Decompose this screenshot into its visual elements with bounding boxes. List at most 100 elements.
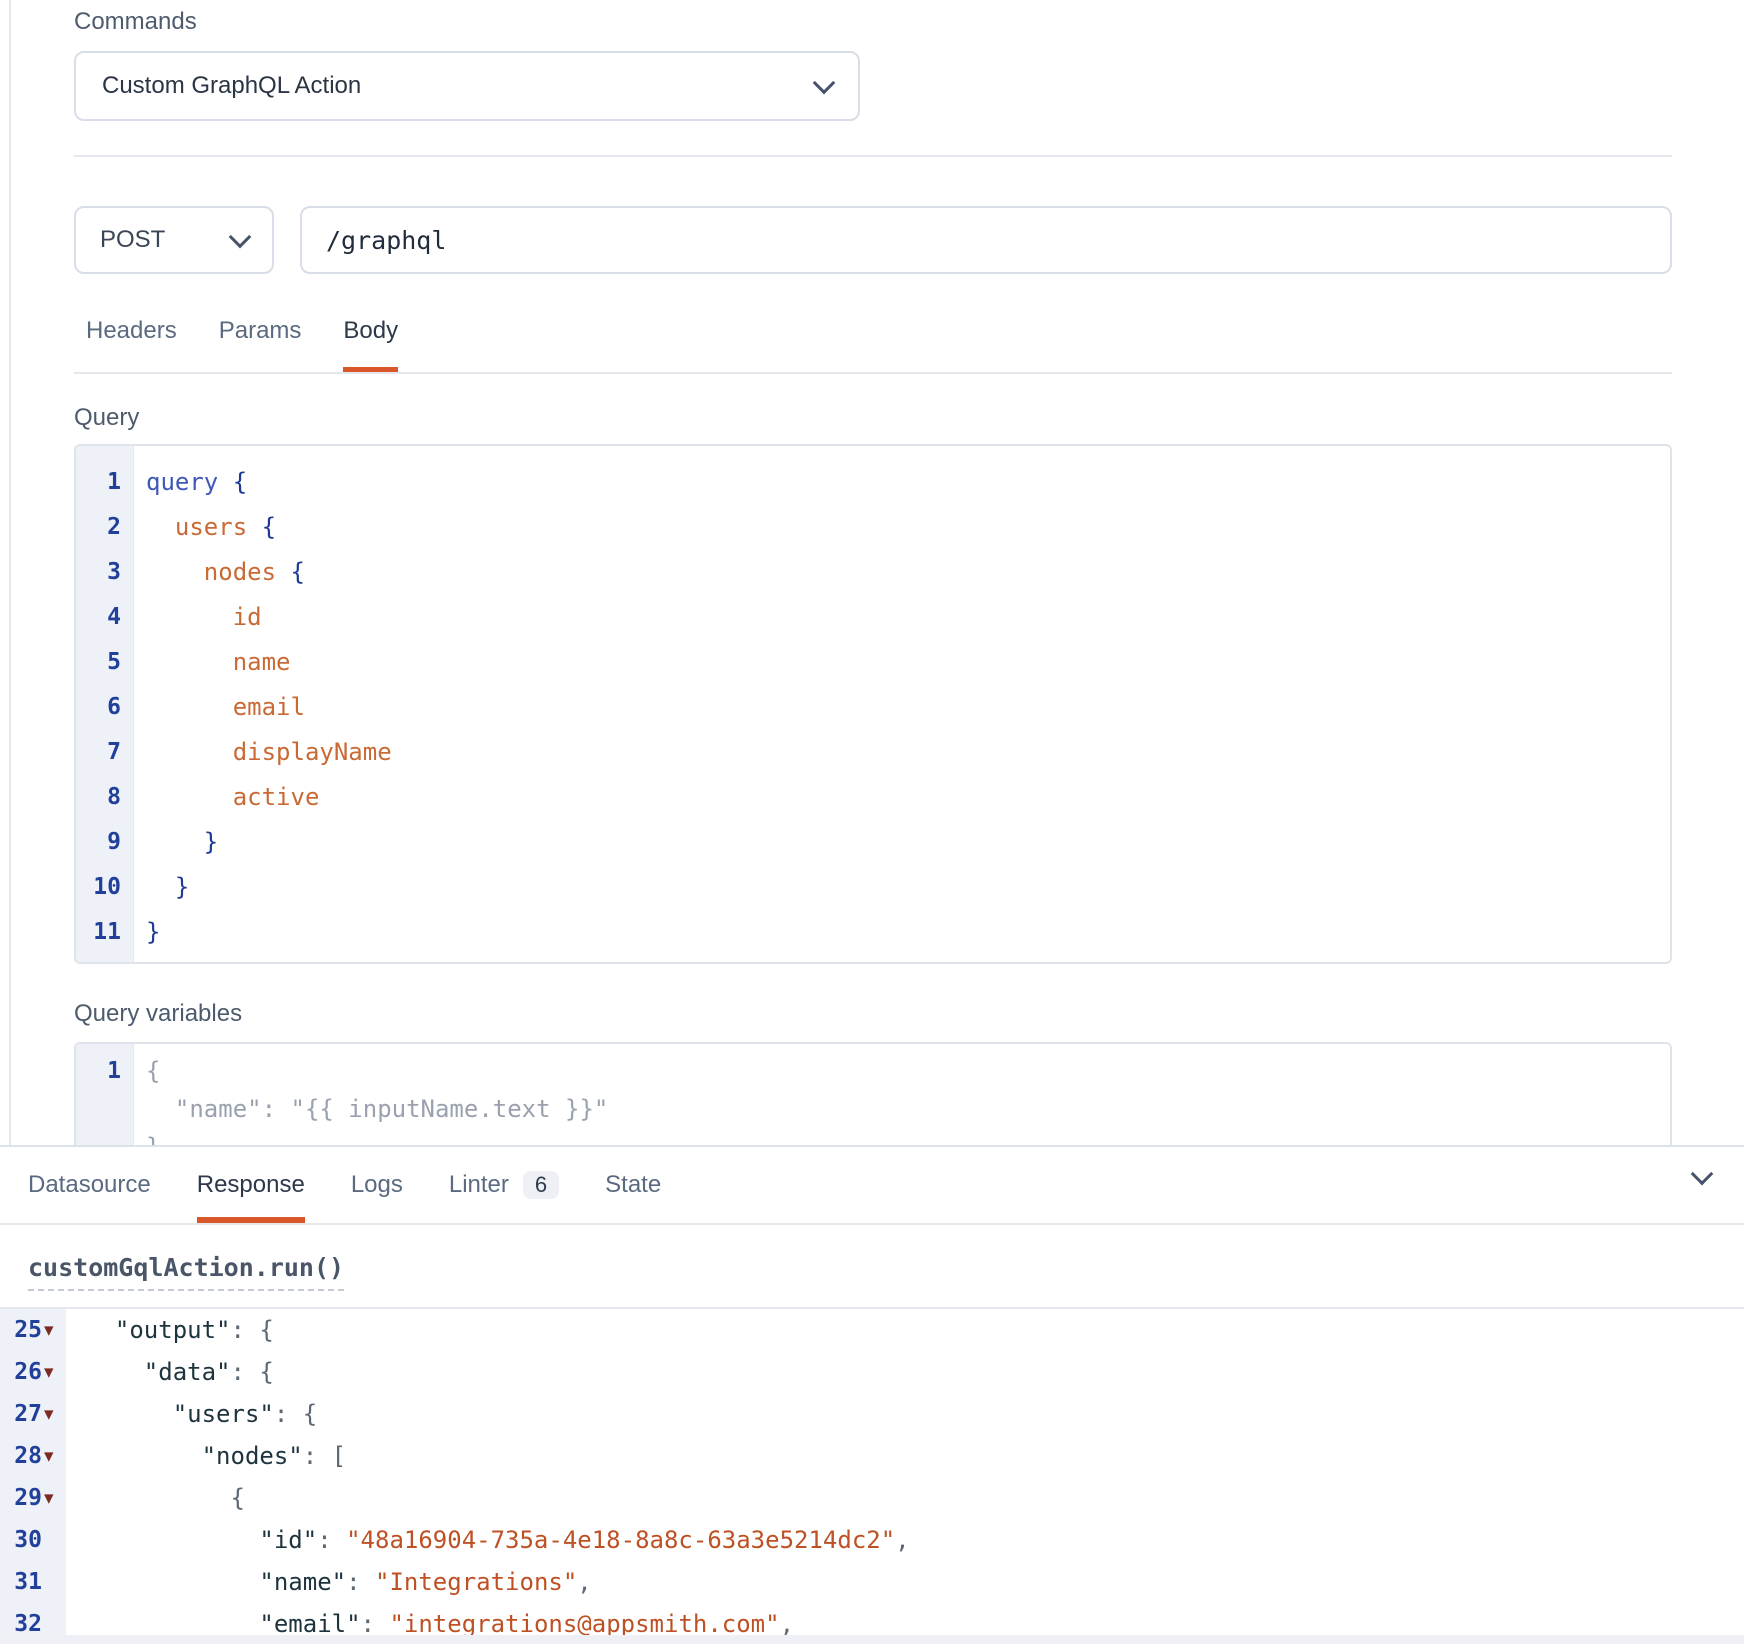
- code-token: "email": [259, 1610, 360, 1638]
- response-line-number: 27: [14, 1401, 42, 1427]
- response-line-number: 25: [14, 1317, 42, 1343]
- api-editor-form: Commands Custom GraphQL Action POST /gra…: [0, 0, 1744, 1145]
- request-row: POST /graphql: [74, 206, 1672, 274]
- request-tabs: HeadersParamsBody: [74, 274, 1672, 374]
- line-number: 8: [76, 775, 133, 820]
- commands-selected-value: Custom GraphQL Action: [102, 72, 361, 100]
- code-token: [86, 1568, 259, 1596]
- response-line-number: 28: [14, 1443, 42, 1469]
- panel-tab-state[interactable]: State: [605, 1147, 661, 1223]
- panel-tab-logs[interactable]: Logs: [351, 1147, 403, 1223]
- request-url-input[interactable]: /graphql: [300, 206, 1672, 274]
- response-line-number: 30: [14, 1527, 42, 1553]
- code-token: [86, 1442, 202, 1470]
- run-call-link[interactable]: customGqlAction.run(): [28, 1253, 344, 1291]
- line-number: 10: [76, 865, 133, 910]
- code-token: :: [346, 1568, 375, 1596]
- horizontal-scrollbar-track[interactable]: [0, 1635, 1744, 1644]
- code-token: [146, 873, 175, 901]
- code-token: : [: [303, 1442, 346, 1470]
- code-token: "id": [259, 1526, 317, 1554]
- code-token: [146, 738, 233, 766]
- query-editor-gutter: 1234567891011: [76, 446, 134, 962]
- run-call-row: customGqlAction.run(): [0, 1225, 1744, 1291]
- code-token: [86, 1610, 259, 1638]
- code-token: {: [291, 558, 305, 586]
- code-token: ,: [780, 1610, 794, 1638]
- response-gutter: 25▾26▾27▾28▾29▾303132: [0, 1309, 66, 1639]
- code-token: {: [231, 1484, 245, 1512]
- line-number: 6: [76, 685, 133, 730]
- code-token: [86, 1316, 115, 1344]
- code-token: [146, 513, 175, 541]
- placeholder-line: "name": "{{ inputName.text }}": [146, 1090, 608, 1128]
- code-token: [146, 783, 233, 811]
- code-token: "integrations@appsmith.com": [389, 1610, 779, 1638]
- code-token: email: [233, 693, 305, 721]
- section-divider: [74, 155, 1672, 157]
- fold-arrow-icon[interactable]: ▾: [44, 1361, 62, 1384]
- response-panel-tabs: Datasource Response Logs Linter6 State: [0, 1147, 1744, 1225]
- commands-select[interactable]: Custom GraphQL Action: [74, 51, 860, 121]
- placeholder-line: }: [146, 1128, 608, 1145]
- code-token: :: [361, 1610, 390, 1638]
- code-token: [146, 693, 233, 721]
- code-token: "data": [144, 1358, 231, 1386]
- response-code: "output": { "data": { "users": { "nodes"…: [66, 1309, 910, 1639]
- variables-editor-placeholder[interactable]: { "name": "{{ inputName.text }}"}: [134, 1044, 608, 1145]
- code-token: [86, 1526, 259, 1554]
- code-token: name: [233, 648, 291, 676]
- tab-body[interactable]: Body: [343, 247, 398, 372]
- code-token: {: [262, 513, 276, 541]
- chevron-down-icon: [229, 225, 252, 248]
- code-token: query: [146, 468, 233, 496]
- fold-arrow-icon[interactable]: ▾: [44, 1445, 62, 1468]
- code-token: [146, 558, 204, 586]
- panel-tab-response[interactable]: Response: [197, 1147, 305, 1223]
- commands-label: Commands: [74, 8, 1744, 36]
- tab-headers[interactable]: Headers: [86, 247, 177, 372]
- code-token: [146, 603, 233, 631]
- line-number: 7: [76, 730, 133, 775]
- code-token: "name": [259, 1568, 346, 1596]
- query-variables-editor[interactable]: 1 { "name": "{{ inputName.text }}"}: [74, 1042, 1672, 1145]
- response-line-number: 31: [14, 1569, 42, 1595]
- variables-line-number: 1: [76, 1052, 133, 1090]
- response-line-number: 32: [14, 1611, 42, 1637]
- code-token: ,: [577, 1568, 591, 1596]
- code-token: displayName: [233, 738, 392, 766]
- collapse-panel-chevron-icon[interactable]: [1691, 1163, 1714, 1186]
- line-number: 1: [76, 460, 133, 505]
- line-number: 5: [76, 640, 133, 685]
- fold-arrow-icon[interactable]: ▾: [44, 1319, 62, 1342]
- code-token: [86, 1400, 173, 1428]
- response-json-viewer: 25▾26▾27▾28▾29▾303132 "output": { "data"…: [0, 1309, 1744, 1639]
- tab-params[interactable]: Params: [219, 247, 302, 372]
- code-token: }: [146, 918, 160, 946]
- line-number: 2: [76, 505, 133, 550]
- code-token: : {: [231, 1358, 274, 1386]
- panel-tab-linter[interactable]: Linter6: [449, 1147, 559, 1223]
- line-number: 11: [76, 910, 133, 955]
- line-number: 3: [76, 550, 133, 595]
- query-variables-label: Query variables: [74, 1000, 1744, 1028]
- fold-arrow-icon[interactable]: ▾: [44, 1403, 62, 1426]
- placeholder-line: {: [146, 1052, 608, 1090]
- variables-editor-gutter: 1: [76, 1044, 134, 1145]
- code-token: {: [233, 468, 247, 496]
- code-token: "Integrations": [375, 1568, 577, 1596]
- panel-tab-datasource[interactable]: Datasource: [28, 1147, 151, 1223]
- code-token: "48a16904-735a-4e18-8a8c-63a3e5214dc2": [346, 1526, 895, 1554]
- query-label: Query: [74, 404, 1744, 432]
- code-token: : {: [274, 1400, 317, 1428]
- line-number: 9: [76, 820, 133, 865]
- code-token: [146, 828, 204, 856]
- code-token: "nodes": [202, 1442, 303, 1470]
- query-editor-code[interactable]: query { users { nodes { id name email di…: [134, 446, 392, 962]
- fold-arrow-icon[interactable]: ▾: [44, 1487, 62, 1510]
- query-code-editor[interactable]: 1234567891011 query { users { nodes { id…: [74, 444, 1672, 964]
- response-line-number: 29: [14, 1485, 42, 1511]
- linter-count-badge: 6: [523, 1171, 559, 1199]
- code-token: }: [175, 873, 189, 901]
- code-token: : {: [231, 1316, 274, 1344]
